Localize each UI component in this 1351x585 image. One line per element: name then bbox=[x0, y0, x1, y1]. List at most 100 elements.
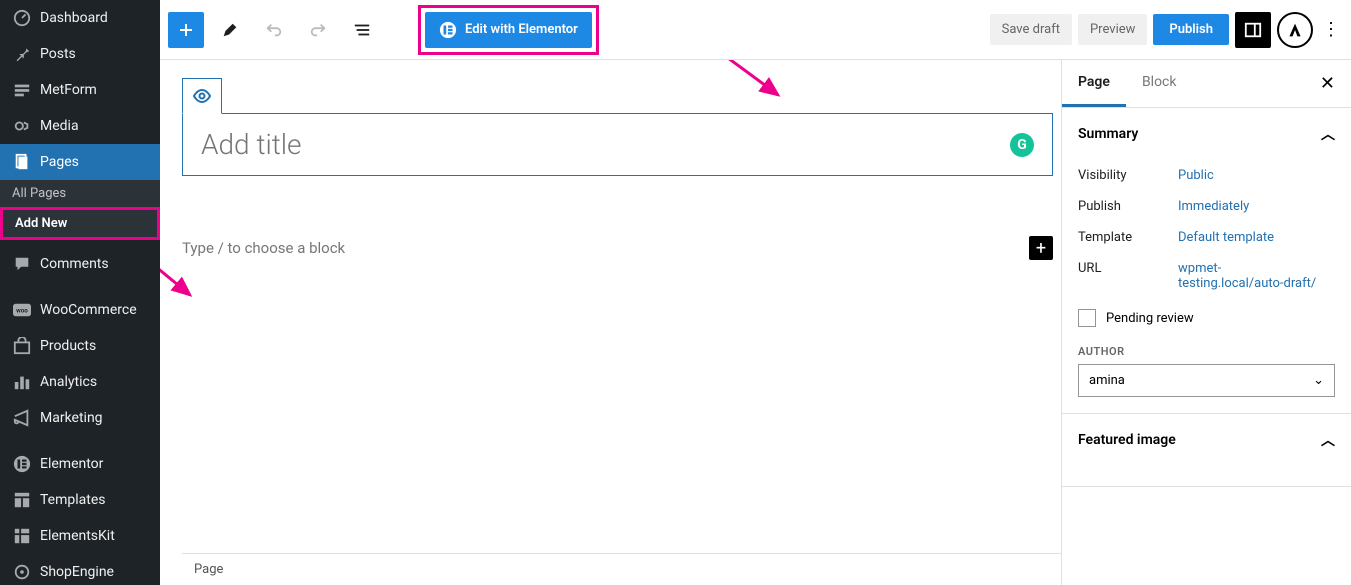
sidebar-item-posts[interactable]: Posts bbox=[0, 36, 160, 72]
settings-panel-toggle[interactable] bbox=[1235, 12, 1271, 48]
label: MetForm bbox=[40, 82, 97, 98]
wp-admin-sidebar: Dashboard Posts MetForm Media Pages All … bbox=[0, 0, 160, 585]
elementskit-icon bbox=[12, 526, 32, 546]
settings-panel: Page Block ✕ Summary ︿ Visibility Public… bbox=[1061, 60, 1351, 585]
label: Pending review bbox=[1106, 311, 1194, 326]
redo-button[interactable] bbox=[300, 12, 336, 48]
sidebar-item-metform[interactable]: MetForm bbox=[0, 72, 160, 108]
summary-header[interactable]: Summary ︿ bbox=[1062, 108, 1351, 160]
publish-value[interactable]: Immediately bbox=[1178, 199, 1249, 214]
templates-icon bbox=[12, 490, 32, 510]
visibility-value[interactable]: Public bbox=[1178, 168, 1214, 183]
tab-block[interactable]: Block bbox=[1126, 60, 1193, 107]
edit-mode-button[interactable] bbox=[212, 12, 248, 48]
sidebar-item-analytics[interactable]: Analytics bbox=[0, 364, 160, 400]
sidebar-item-elementskit[interactable]: ElementsKit bbox=[0, 518, 160, 554]
elementor-highlight: Edit with Elementor bbox=[418, 5, 599, 55]
analytics-icon bbox=[12, 372, 32, 392]
sidebar-item-pages[interactable]: Pages bbox=[0, 144, 160, 180]
url-label: URL bbox=[1078, 261, 1178, 291]
featured-image-header[interactable]: Featured image ︿ bbox=[1062, 414, 1351, 466]
summary-section: Summary ︿ Visibility Public Publish Imme… bbox=[1062, 108, 1351, 414]
edit-with-elementor-button[interactable]: Edit with Elementor bbox=[425, 12, 592, 48]
breadcrumb-bar: Page bbox=[182, 553, 1061, 585]
template-value[interactable]: Default template bbox=[1178, 230, 1274, 245]
label: Elementor bbox=[40, 456, 103, 472]
featured-image-section: Featured image ︿ bbox=[1062, 414, 1351, 487]
label: Posts bbox=[40, 46, 76, 62]
comment-icon bbox=[12, 254, 32, 274]
label: Featured image bbox=[1078, 432, 1176, 448]
main-area: Edit with Elementor Save draft Preview P… bbox=[160, 0, 1351, 585]
sidebar-item-templates[interactable]: Templates bbox=[0, 482, 160, 518]
add-block-button[interactable] bbox=[168, 12, 204, 48]
template-label: Template bbox=[1078, 230, 1178, 245]
label: Marketing bbox=[40, 410, 103, 426]
sidebar-item-marketing[interactable]: Marketing bbox=[0, 400, 160, 436]
preview-button[interactable]: Preview bbox=[1078, 14, 1147, 45]
pending-review-checkbox[interactable] bbox=[1078, 309, 1096, 327]
publish-button[interactable]: Publish bbox=[1153, 14, 1229, 45]
close-settings-button[interactable]: ✕ bbox=[1304, 73, 1351, 94]
metform-icon bbox=[12, 80, 32, 100]
label: ShopEngine bbox=[40, 564, 114, 580]
shopengine-icon bbox=[12, 562, 32, 582]
annotation-arrow-1 bbox=[698, 60, 788, 105]
marketing-icon bbox=[12, 408, 32, 428]
label: Templates bbox=[40, 492, 106, 508]
title-input[interactable] bbox=[201, 128, 1010, 161]
label: Media bbox=[40, 118, 79, 134]
chevron-down-icon: ⌄ bbox=[1313, 373, 1324, 388]
options-menu-button[interactable]: ⋮ bbox=[1319, 19, 1343, 40]
svg-text:woo: woo bbox=[16, 307, 28, 315]
eye-icon bbox=[192, 86, 212, 106]
dashboard-icon bbox=[12, 8, 32, 28]
sidebar-submenu-pages: All Pages Add New bbox=[0, 180, 160, 240]
sidebar-item-comments[interactable]: Comments bbox=[0, 246, 160, 282]
sidebar-item-elementor[interactable]: Elementor bbox=[0, 446, 160, 482]
editor-topbar: Edit with Elementor Save draft Preview P… bbox=[160, 0, 1351, 60]
add-block-inline-button[interactable]: + bbox=[1029, 236, 1053, 260]
chevron-up-icon: ︿ bbox=[1321, 430, 1335, 450]
document-overview-button[interactable] bbox=[344, 12, 380, 48]
sidebar-item-woocommerce[interactable]: woo WooCommerce bbox=[0, 292, 160, 328]
woo-icon: woo bbox=[12, 300, 32, 320]
astra-button[interactable] bbox=[1277, 12, 1313, 48]
pages-icon bbox=[12, 152, 32, 172]
breadcrumb[interactable]: Page bbox=[194, 562, 223, 577]
chevron-up-icon: ︿ bbox=[1321, 124, 1335, 144]
elementor-icon bbox=[12, 454, 32, 474]
sidebar-item-dashboard[interactable]: Dashboard bbox=[0, 0, 160, 36]
author-select[interactable]: amina ⌄ bbox=[1078, 364, 1335, 397]
label: Summary bbox=[1078, 126, 1138, 142]
sidebar-item-media[interactable]: Media bbox=[0, 108, 160, 144]
tab-page[interactable]: Page bbox=[1062, 60, 1126, 107]
media-icon bbox=[12, 116, 32, 136]
label: Analytics bbox=[40, 374, 97, 390]
sidebar-sub-add-new[interactable]: Add New bbox=[0, 207, 160, 240]
products-icon bbox=[12, 336, 32, 356]
label: Products bbox=[40, 338, 96, 354]
label: Comments bbox=[40, 256, 109, 272]
author-heading: AUTHOR bbox=[1078, 345, 1335, 358]
placeholder-text: Type / to choose a block bbox=[182, 239, 345, 257]
label: WooCommerce bbox=[40, 302, 137, 318]
label: ElementsKit bbox=[40, 528, 115, 544]
grammarly-icon[interactable]: G bbox=[1010, 133, 1034, 157]
settings-tabs: Page Block ✕ bbox=[1062, 60, 1351, 108]
pending-review-row[interactable]: Pending review bbox=[1078, 299, 1335, 337]
sidebar-item-shopengine[interactable]: ShopEngine bbox=[0, 554, 160, 585]
visibility-label: Visibility bbox=[1078, 168, 1178, 183]
label: Pages bbox=[40, 154, 79, 170]
sidebar-sub-all-pages[interactable]: All Pages bbox=[0, 180, 160, 207]
preview-tab[interactable] bbox=[182, 78, 222, 114]
undo-button[interactable] bbox=[256, 12, 292, 48]
save-draft-button[interactable]: Save draft bbox=[990, 14, 1072, 45]
sidebar-item-products[interactable]: Products bbox=[0, 328, 160, 364]
pin-icon bbox=[12, 44, 32, 64]
title-block[interactable]: G bbox=[182, 113, 1053, 176]
publish-label: Publish bbox=[1078, 199, 1178, 214]
url-value[interactable]: wpmet-testing.local/auto-draft/ bbox=[1178, 261, 1318, 291]
elementor-logo-icon bbox=[439, 21, 457, 39]
default-block-placeholder[interactable]: Type / to choose a block + bbox=[182, 236, 1053, 260]
